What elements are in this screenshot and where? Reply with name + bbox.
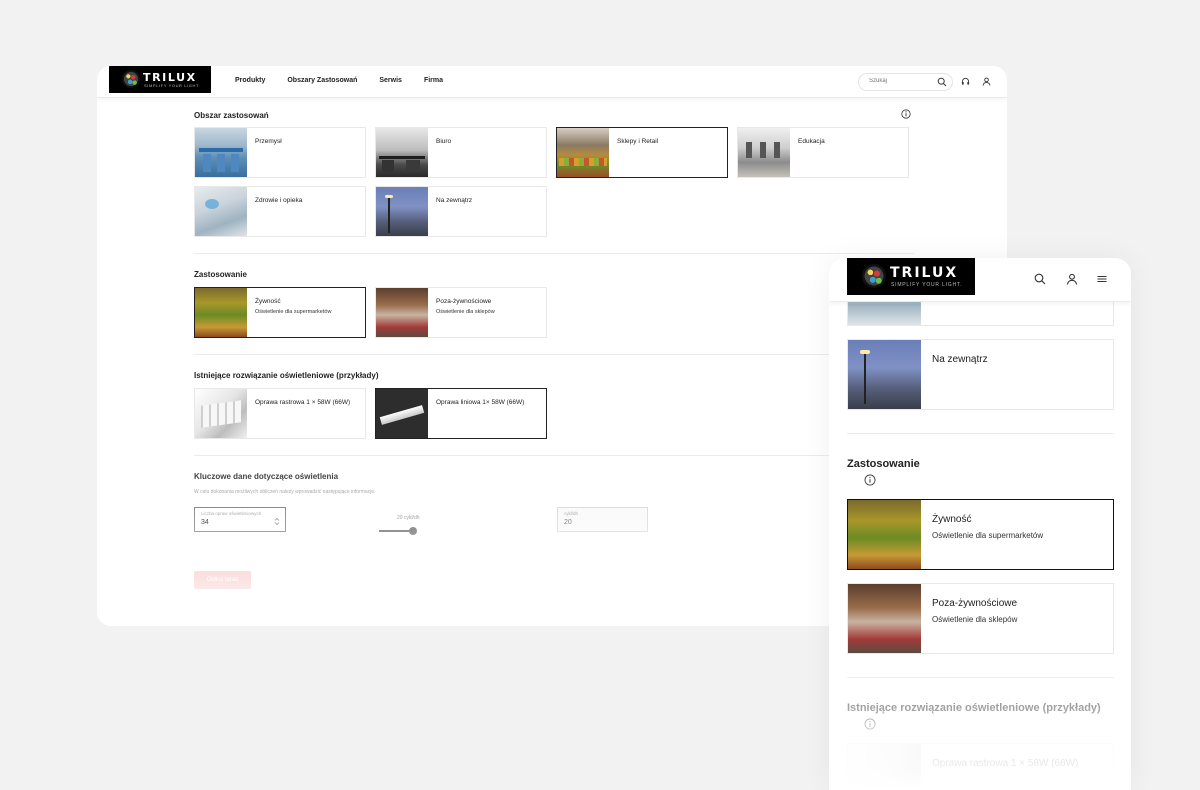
mobile-application-card-label: Żywność [932,514,972,525]
user-icon[interactable] [1066,273,1078,285]
section-title-existing-solution: Istniejące rozwiązanie oświetleniowe (pr… [194,371,379,380]
hours-value: 20 [564,519,572,526]
mobile-application-card-food[interactable]: Żywność Oświetlenie dla supermarketów [847,499,1114,570]
section-divider [847,433,1114,434]
trilux-logo[interactable]: TRILUX SIMPLIFY YOUR LIGHT. [109,66,211,93]
mobile-application-card-nonfood[interactable]: Poza-żywnościowe Oświetlenie dla sklepów [847,583,1114,654]
nav-item-company[interactable]: Firma [424,77,443,84]
mobile-area-card-outdoor[interactable]: Na zewnątrz [847,339,1114,410]
trilux-logo[interactable]: TRILUX SIMPLIFY YOUR LIGHT. [847,258,975,295]
retail-thumbnail [557,128,609,177]
section-title-application-areas: Obszar zastosowań [194,111,269,120]
search-icon[interactable] [1034,273,1046,285]
mobile-window: TRILUX SIMPLIFY YOUR LIGHT. Na zewnątrz … [829,258,1131,790]
logo-tagline: SIMPLIFY YOUR LIGHT. [144,83,201,88]
info-icon[interactable] [901,109,911,119]
mobile-application-card-sub: Oświetlenie dla sklepów [932,615,1018,624]
logo-emblem-icon [122,70,140,88]
industry-thumbnail [195,128,247,177]
fixtures-count-input[interactable]: Liczba opraw oświetleniowych 34 [194,507,286,532]
nonfood-thumbnail [848,584,921,653]
fixtures-count-label: Liczba opraw oświetleniowych [201,511,262,516]
operating-hours-slider-handle[interactable] [409,527,417,535]
key-data-description: W celu dokonania możliwych obliczeń nale… [194,489,376,495]
logo-emblem-icon [862,264,886,288]
nav-item-application-areas[interactable]: Obszary Zastosowań [287,77,357,84]
section-divider [194,354,914,355]
fixtures-count-value: 34 [201,519,209,526]
application-card-food[interactable]: Żywność Oświetlenie dla supermarketów [194,287,366,338]
area-card-label: Zdrowie i opieka [255,197,303,204]
nonfood-thumbnail [376,288,428,337]
existing-card-linear-luminaire[interactable]: Oprawa liniowa 1× 58W (66W) [375,388,547,439]
menu-icon[interactable] [1096,273,1108,285]
existing-card-label: Oprawa rastrowa 1 × 58W (66W) [255,399,351,406]
area-card-label: Przemysł [255,138,282,145]
section-divider [194,253,914,254]
existing-card-grid-luminaire[interactable]: Oprawa rastrowa 1 × 58W (66W) [194,388,366,439]
food-thumbnail [195,288,247,337]
application-card-label: Żywność [255,298,281,305]
mobile-existing-card-label: Oprawa rastrowa 1 × 58W (66W) [932,758,1079,769]
grid-luminaire-thumbnail [848,744,921,790]
mobile-application-card-label: Poza-żywnościowe [932,598,1018,609]
section-title-key-data: Kluczowe dane dotyczące oświetlenia [194,472,339,481]
mobile-section-title-existing: Istniejące rozwiązanie oświetleniowe (pr… [847,702,1101,714]
area-card-education[interactable]: Edukacja [737,127,909,178]
area-card-health[interactable]: Zdrowie i opieka [194,186,366,237]
top-navigation-bar: TRILUX SIMPLIFY YOUR LIGHT. Produkty Obs… [97,66,1007,98]
hours-label: cykl/dh [564,511,579,516]
section-title-application: Zastosowanie [194,270,247,279]
user-icon[interactable] [982,77,991,86]
food-thumbnail [848,500,921,569]
section-divider [847,677,1114,678]
application-card-sub: Oświetlenie dla sklepów [436,309,495,315]
health-thumbnail [195,187,247,236]
nav-item-service[interactable]: Serwis [379,77,402,84]
main-nav: Produkty Obszary Zastosowań Serwis Firma [235,77,443,84]
existing-card-label: Oprawa liniowa 1× 58W (66W) [436,399,525,406]
mobile-existing-card-grid[interactable]: Oprawa rastrowa 1 × 58W (66W) [847,743,1114,790]
slider-label: 20 cykl/dh [397,515,420,521]
hours-input[interactable]: cykl/dh 20 [557,507,648,532]
area-card-label: Na zewnątrz [436,197,473,204]
linear-luminaire-thumbnail [376,389,428,438]
headset-icon[interactable] [961,77,970,86]
grid-luminaire-thumbnail [195,389,247,438]
search-input[interactable] [869,78,929,84]
application-card-sub: Oświetlenie dla supermarketów [255,309,332,315]
nav-item-products[interactable]: Produkty [235,77,265,84]
mobile-header: TRILUX SIMPLIFY YOUR LIGHT. [829,258,1131,302]
search-icon[interactable] [937,77,947,87]
stepper-icon[interactable] [274,517,280,526]
area-card-outdoor[interactable]: Na zewnątrz [375,186,547,237]
outdoor-thumbnail [848,340,921,409]
search-box[interactable] [858,73,953,91]
area-card-office[interactable]: Biuro [375,127,547,178]
outdoor-thumbnail [376,187,428,236]
application-card-label: Poza-żywnościowe [436,298,492,305]
info-icon[interactable] [864,474,876,486]
info-icon[interactable] [864,718,876,730]
logo-wordmark: TRILUX [890,265,959,281]
calculate-button[interactable]: Oblicz teraz [194,571,251,589]
area-card-retail[interactable]: Sklepy i Retail [556,127,728,178]
area-card-label: Biuro [436,138,452,145]
mobile-section-title-application: Zastosowanie [847,458,920,470]
area-card-label: Edukacja [798,138,825,145]
mobile-application-card-sub: Oświetlenie dla supermarketów [932,531,1044,540]
area-card-industry[interactable]: Przemysł [194,127,366,178]
section-divider [194,455,914,456]
logo-tagline: SIMPLIFY YOUR LIGHT. [891,282,963,288]
education-thumbnail [738,128,790,177]
mobile-area-card-label: Na zewnątrz [932,354,988,365]
area-card-label: Sklepy i Retail [617,138,659,145]
office-thumbnail [376,128,428,177]
application-card-nonfood[interactable]: Poza-żywnościowe Oświetlenie dla sklepów [375,287,547,338]
